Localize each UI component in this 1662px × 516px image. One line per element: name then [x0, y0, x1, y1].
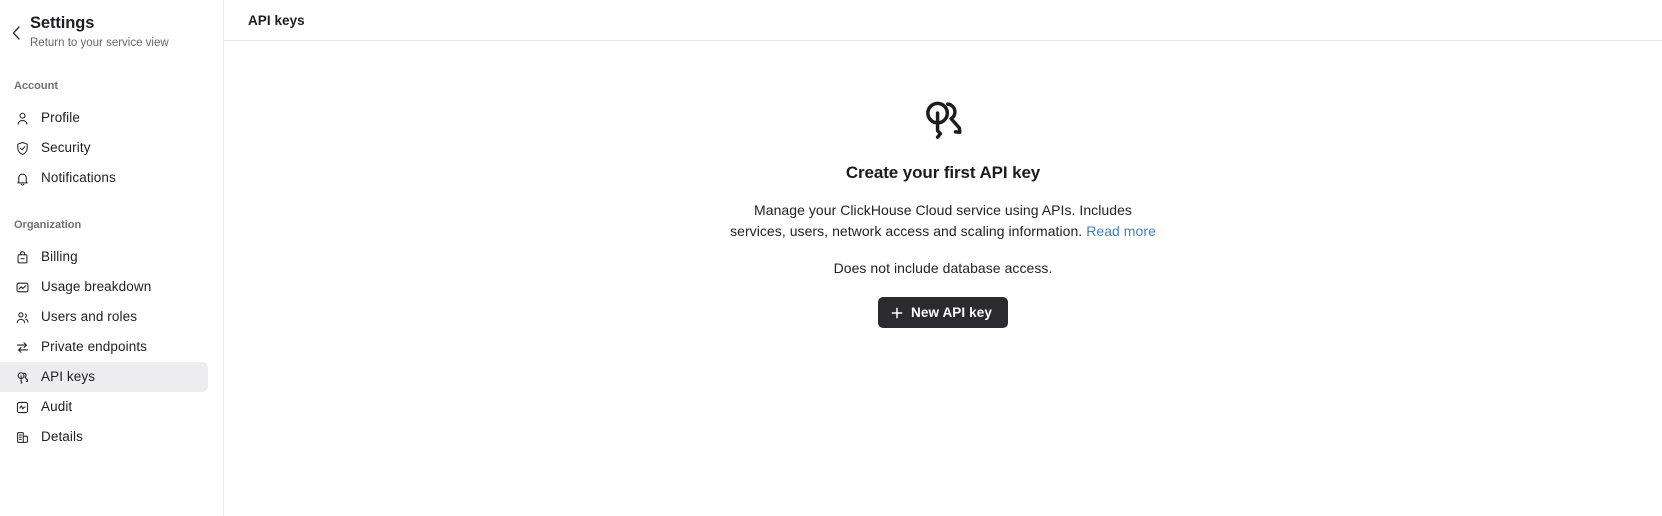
empty-state-description: Manage your ClickHouse Cloud service usi…: [729, 200, 1157, 241]
sidebar-item-security[interactable]: Security: [0, 133, 208, 163]
main-header-title: API keys: [248, 12, 305, 28]
sidebar-item-billing[interactable]: Billing: [0, 242, 208, 272]
new-api-key-button[interactable]: New API key: [878, 297, 1008, 328]
read-more-link[interactable]: Read more: [1086, 223, 1156, 239]
sidebar-subtitle[interactable]: Return to your service view: [30, 35, 169, 51]
nav-group-account: Account Profile Security Notifications: [0, 78, 223, 193]
sidebar-item-label: Security: [41, 140, 91, 155]
sidebar-item-api-keys[interactable]: API keys: [0, 362, 208, 392]
sidebar: Settings Return to your service view Acc…: [0, 0, 224, 516]
keys-icon: [915, 90, 971, 146]
bell-icon: [14, 170, 31, 187]
sidebar-item-users-and-roles[interactable]: Users and roles: [0, 302, 208, 332]
sidebar-item-label: Users and roles: [41, 309, 138, 324]
sidebar-item-label: Details: [41, 429, 83, 444]
page-title: Settings: [30, 14, 95, 32]
users-icon: [14, 309, 31, 326]
sidebar-item-label: Audit: [41, 399, 73, 414]
transfer-arrows-icon: [14, 339, 31, 356]
sidebar-item-notifications[interactable]: Notifications: [0, 163, 208, 193]
sidebar-item-label: Private endpoints: [41, 339, 148, 354]
sidebar-item-private-endpoints[interactable]: Private endpoints: [0, 332, 208, 362]
shield-check-icon: [14, 140, 31, 157]
empty-state-description-text: Manage your ClickHouse Cloud service usi…: [730, 202, 1132, 239]
sidebar-item-details[interactable]: Details: [0, 422, 208, 452]
settings-page: Settings Return to your service view Acc…: [0, 0, 1662, 516]
sidebar-item-audit[interactable]: Audit: [0, 392, 208, 422]
sidebar-item-profile[interactable]: Profile: [0, 103, 208, 133]
user-icon: [14, 110, 31, 127]
sidebar-item-label: Notifications: [41, 170, 116, 185]
nav-group-organization: Organization Billing Usage breakdown Use…: [0, 217, 223, 452]
empty-state-note: Does not include database access.: [833, 260, 1053, 276]
nav-group-label-account: Account: [14, 80, 58, 92]
audit-log-icon: [14, 399, 31, 416]
billing-icon: [14, 249, 31, 266]
nav-group-label-organization: Organization: [14, 219, 82, 231]
sidebar-item-label: Billing: [41, 249, 78, 264]
new-api-key-button-label: New API key: [911, 304, 992, 320]
sidebar-item-label: Profile: [41, 110, 80, 125]
sidebar-item-usage-breakdown[interactable]: Usage breakdown: [0, 272, 208, 302]
sidebar-item-label: API keys: [41, 369, 96, 384]
empty-state-title: Create your first API key: [845, 163, 1041, 182]
nav-list-organization: Billing Usage breakdown Users and roles …: [0, 242, 223, 452]
sidebar-item-label: Usage breakdown: [41, 279, 152, 294]
main-header: API keys: [224, 0, 1662, 41]
empty-state: Create your first API key Manage your Cl…: [728, 90, 1158, 328]
sidebar-header: Settings Return to your service view: [0, 8, 223, 56]
nav-list-account: Profile Security Notifications: [0, 103, 223, 193]
usage-chart-icon: [14, 279, 31, 296]
main-body: Create your first API key Manage your Cl…: [224, 41, 1662, 516]
plus-icon: [890, 306, 903, 319]
building-icon: [14, 429, 31, 446]
sidebar-header-text: Settings Return to your service view: [30, 11, 169, 51]
main-content: API keys Create your first API key Manag…: [224, 0, 1662, 516]
chevron-left-icon[interactable]: [8, 25, 24, 41]
keys-icon: [14, 369, 31, 386]
